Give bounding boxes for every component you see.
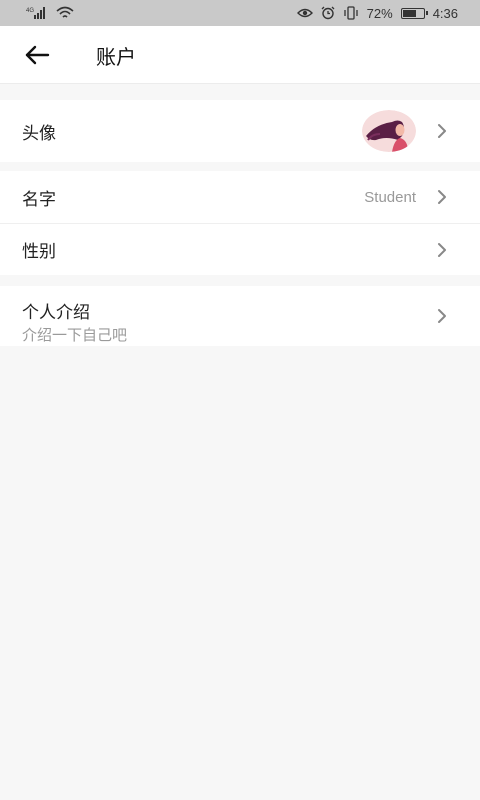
wifi-icon <box>56 6 74 20</box>
battery-icon <box>400 7 428 19</box>
basic-info-group: 名字 Student 性别 <box>0 171 480 275</box>
intro-row[interactable]: 个人介绍 介绍一下自己吧 <box>0 286 480 346</box>
intro-row-right <box>436 308 448 324</box>
chevron-right-icon <box>436 123 448 139</box>
intro-label: 个人介绍 <box>22 303 90 323</box>
alarm-icon <box>321 6 335 20</box>
avatar-group: 头像 <box>0 100 480 162</box>
avatar-row-right <box>362 110 448 152</box>
status-bar: 4G 72% 4:36 <box>0 0 480 26</box>
app-bar: 账户 <box>0 26 480 84</box>
status-bar-left: 4G <box>26 6 74 20</box>
network-label: 4G <box>26 8 34 14</box>
signal-icon: 4G <box>26 6 48 20</box>
gender-row-right <box>436 242 448 258</box>
status-bar-right: 72% 4:36 <box>296 5 458 21</box>
clock: 4:36 <box>432 5 458 21</box>
battery-percent: 72% <box>366 5 393 21</box>
chevron-right-icon <box>436 242 448 258</box>
name-value: Student <box>364 188 416 206</box>
intro-placeholder: 介绍一下自己吧 <box>22 326 128 344</box>
battery-level-fill <box>402 9 417 17</box>
back-button[interactable] <box>20 40 54 70</box>
chevron-right-icon <box>436 189 448 205</box>
gender-row[interactable]: 性别 <box>0 223 480 275</box>
vibrate-icon <box>343 6 359 20</box>
eye-icon <box>296 7 313 19</box>
page-title: 账户 <box>96 45 136 69</box>
name-row-right: Student <box>364 189 448 206</box>
name-label: 名字 <box>22 189 56 210</box>
arrow-left-icon <box>25 45 50 65</box>
intro-group: 个人介绍 介绍一下自己吧 <box>0 286 480 346</box>
avatar[interactable] <box>362 110 416 152</box>
avatar-row[interactable]: 头像 <box>0 100 480 162</box>
chevron-right-icon <box>436 308 448 324</box>
intro-text: 个人介绍 介绍一下自己吧 <box>22 298 127 345</box>
avatar-label: 头像 <box>22 123 56 144</box>
name-row[interactable]: 名字 Student <box>0 171 480 223</box>
gender-label: 性别 <box>22 242 56 262</box>
